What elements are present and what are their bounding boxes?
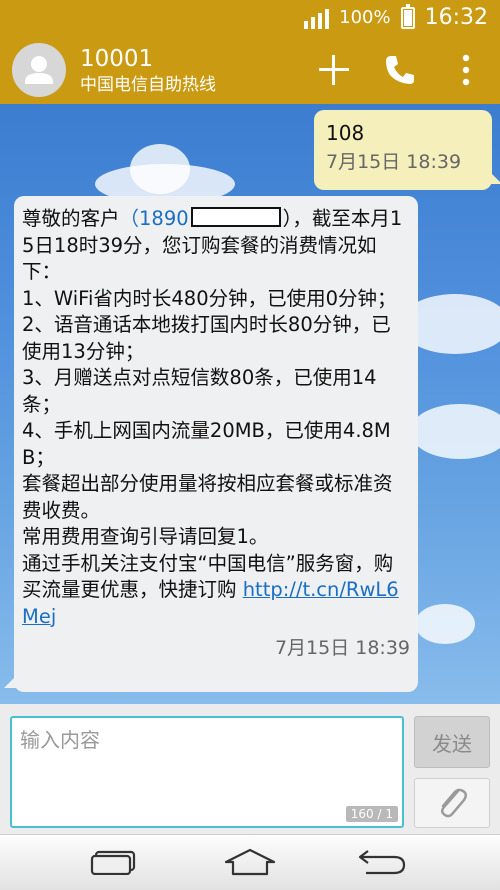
overflow-menu-button[interactable] xyxy=(442,46,490,94)
message-body-text: ），截至本月15日18时39分，您订购套餐的消费情况如下： 1、WiFi省内时长… xyxy=(22,207,403,601)
back-button[interactable] xyxy=(352,845,412,879)
status-bar: 100% 16:32 xyxy=(0,0,500,36)
recent-apps-icon xyxy=(90,850,136,875)
contact-avatar[interactable] xyxy=(12,43,66,97)
recent-apps-button[interactable] xyxy=(84,845,144,879)
contact-name: 中国电信自助热线 xyxy=(80,75,216,95)
outgoing-message-text: 108 xyxy=(326,121,365,145)
conversation-area[interactable]: 108 7月15日 18:39 尊敬的客户（1890 ），截至本月15日18时39… xyxy=(0,104,500,704)
signal-icon xyxy=(304,7,330,29)
home-button[interactable] xyxy=(220,845,280,879)
incoming-message-bubble[interactable]: 尊敬的客户（1890 ），截至本月15日18时39分，您订购套餐的消费情况如下： … xyxy=(4,196,418,692)
back-icon xyxy=(358,850,406,875)
phone-number-text: （1890 xyxy=(119,207,189,230)
phone-number-link[interactable]: （1890 xyxy=(120,207,283,230)
cloud-decoration xyxy=(130,144,190,194)
cloud-decoration xyxy=(410,404,500,459)
greeting-text: 尊敬的客户 xyxy=(22,207,120,230)
status-indicators: 100% 16:32 xyxy=(304,4,488,32)
message-input-placeholder: 输入内容 xyxy=(20,728,100,752)
compose-bar: 输入内容 160 / 1 发送 xyxy=(0,704,500,834)
attach-button[interactable] xyxy=(414,778,490,828)
contact-number: 10001 xyxy=(80,46,154,72)
call-button[interactable] xyxy=(376,46,424,94)
outgoing-message-time: 7月15日 18:39 xyxy=(326,151,462,173)
redaction-box xyxy=(190,207,281,227)
battery-percent: 100% xyxy=(339,7,391,28)
cloud-decoration xyxy=(415,604,475,644)
character-counter: 160 / 1 xyxy=(345,806,398,822)
incoming-message-time: 7月15日 18:39 xyxy=(274,637,410,659)
add-button[interactable] xyxy=(310,46,358,94)
incoming-message-text: 尊敬的客户（1890 ），截至本月15日18时39分，您订购套餐的消费情况如下： … xyxy=(22,206,410,630)
person-icon xyxy=(25,56,53,84)
add-icon xyxy=(319,55,349,85)
conversation-header: 10001 中国电信自助热线 xyxy=(0,36,500,104)
home-icon xyxy=(224,848,276,876)
status-time: 16:32 xyxy=(424,5,488,30)
send-button[interactable]: 发送 xyxy=(414,716,490,768)
battery-icon xyxy=(400,4,415,29)
overflow-menu-icon xyxy=(462,54,470,86)
outgoing-message-bubble[interactable]: 108 7月15日 18:39 xyxy=(314,110,500,190)
phone-icon xyxy=(386,56,414,84)
message-input[interactable]: 输入内容 160 / 1 xyxy=(10,716,404,828)
paperclip-icon xyxy=(441,788,467,818)
navigation-bar xyxy=(0,834,500,890)
